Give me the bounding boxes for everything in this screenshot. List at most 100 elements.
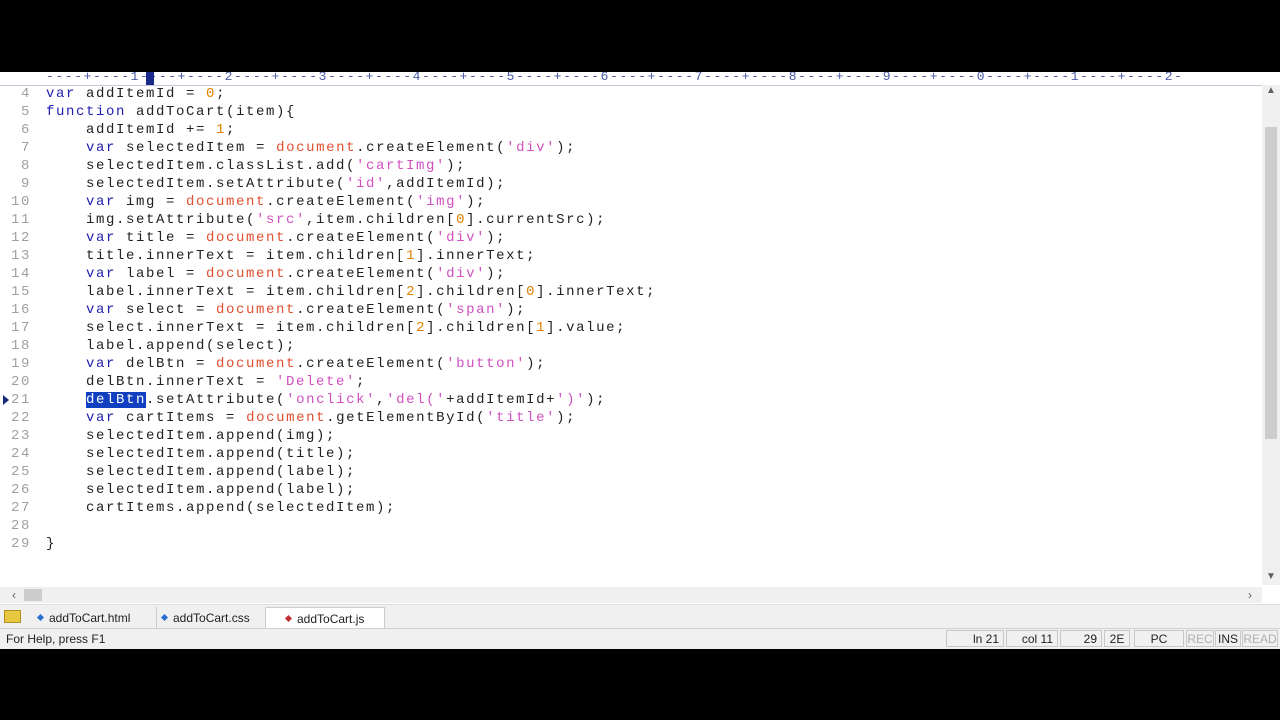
line-number: 21 xyxy=(10,392,31,408)
code-line[interactable]: 15 label.innerText = item.children[2].ch… xyxy=(0,283,1262,301)
code-line[interactable]: 29} xyxy=(0,535,1262,553)
code-token: 'div' xyxy=(436,266,487,282)
code-line[interactable]: 26 selectedItem.append(label); xyxy=(0,481,1262,499)
line-number: 9 xyxy=(20,176,31,192)
line-text: img.setAttribute('src',item.children[0].… xyxy=(46,211,606,229)
folder-icon[interactable] xyxy=(4,610,21,623)
line-number: 5 xyxy=(20,104,31,120)
code-line[interactable]: 27 cartItems.append(selectedItem); xyxy=(0,499,1262,517)
code-line[interactable]: 8 selectedItem.classList.add('cartImg'); xyxy=(0,157,1262,175)
code-token: document xyxy=(246,410,327,426)
vertical-scroll-thumb[interactable] xyxy=(1265,127,1277,439)
scroll-down-icon[interactable]: ▼ xyxy=(1266,571,1276,582)
code-token: 0 xyxy=(526,284,537,300)
code-token: ); xyxy=(506,302,527,318)
tab-addtocart-js[interactable]: addToCart.js xyxy=(265,607,385,630)
line-number: 12 xyxy=(10,230,31,246)
line-number: 29 xyxy=(10,536,31,552)
code-token: select.innerText = item.children[ xyxy=(46,320,417,336)
code-token: 'cartImg' xyxy=(356,158,447,174)
code-token: label = xyxy=(116,266,207,282)
code-line[interactable]: 22 var cartItems = document.getElementBy… xyxy=(0,409,1262,427)
code-token: label.innerText = item.children[ xyxy=(46,284,407,300)
code-line[interactable]: 4 var addItemId = 0; xyxy=(0,85,1262,103)
code-line[interactable]: 25 selectedItem.append(label); xyxy=(0,463,1262,481)
line-number: 22 xyxy=(10,410,31,426)
code-token: var xyxy=(86,194,117,210)
code-token: document xyxy=(206,266,287,282)
horizontal-scroll-thumb[interactable] xyxy=(24,589,42,601)
code-line[interactable]: 13 title.innerText = item.children[1].in… xyxy=(0,247,1262,265)
scroll-up-icon[interactable]: ▲ xyxy=(1266,85,1276,96)
code-line[interactable]: 18 label.append(select); xyxy=(0,337,1262,355)
code-line[interactable]: 19 var delBtn = document.createElement('… xyxy=(0,355,1262,373)
line-number: 15 xyxy=(10,284,31,300)
line-text: selectedItem.setAttribute('id',addItemId… xyxy=(46,175,506,193)
code-line[interactable]: 16 var select = document.createElement('… xyxy=(0,301,1262,319)
line-number: 11 xyxy=(10,212,31,228)
code-line[interactable]: 11 img.setAttribute('src',item.children[… xyxy=(0,211,1262,229)
code-token: } xyxy=(46,536,57,552)
code-line[interactable]: 10 var img = document.createElement('img… xyxy=(0,193,1262,211)
code-line[interactable]: 6 addItemId += 1; xyxy=(0,121,1262,139)
code-token: 2 xyxy=(416,320,427,336)
scroll-right-icon[interactable]: › xyxy=(1248,588,1252,602)
line-text: } xyxy=(46,535,56,553)
code-line[interactable]: 5 function addToCart(item){ xyxy=(0,103,1262,121)
code-token: 'Delete' xyxy=(276,374,357,390)
code-editor[interactable]: 4 var addItemId = 0; 5 function addToCart(i… xyxy=(0,85,1262,587)
status-column: col 11 xyxy=(1006,630,1058,647)
line-number: 8 xyxy=(20,158,31,174)
code-token: 'div' xyxy=(436,230,487,246)
code-line[interactable]: 20 delBtn.innerText = 'Delete'; xyxy=(0,373,1262,391)
scroll-left-icon[interactable]: ‹ xyxy=(12,588,16,602)
code-token: var xyxy=(86,230,117,246)
tab-label: addToCart.js xyxy=(297,612,365,626)
line-number: 16 xyxy=(10,302,31,318)
line-number: 4 xyxy=(20,86,31,102)
line-text: selectedItem.append(title); xyxy=(46,445,356,463)
code-token: ].children[ xyxy=(416,284,527,300)
line-text: cartItems.append(selectedItem); xyxy=(46,499,396,517)
code-line[interactable]: 24 selectedItem.append(title); xyxy=(0,445,1262,463)
vertical-scrollbar[interactable]: ▲ ▼ xyxy=(1262,85,1280,585)
status-ins: INS xyxy=(1215,630,1241,647)
code-token: 'del(' xyxy=(386,392,447,408)
code-token: selectedItem.append(img); xyxy=(46,428,337,444)
code-line[interactable]: 14 var label = document.createElement('d… xyxy=(0,265,1262,283)
code-token: +addItemId+ xyxy=(446,392,557,408)
code-token: var xyxy=(86,356,117,372)
code-line[interactable]: 12 var title = document.createElement('d… xyxy=(0,229,1262,247)
tab-addtocart-css[interactable]: addToCart.css xyxy=(150,607,267,629)
code-line[interactable]: 21 delBtn.setAttribute('onclick','del('+… xyxy=(0,391,1262,409)
code-token: ')' xyxy=(556,392,587,408)
code-token: selectedItem.append(label); xyxy=(46,482,357,498)
code-token: title.innerText = item.children[ xyxy=(46,248,407,264)
line-number: 28 xyxy=(10,518,31,534)
code-token: selectedItem.append(label); xyxy=(46,464,357,480)
code-line[interactable]: 28 xyxy=(0,517,1262,535)
code-line[interactable]: 17 select.innerText = item.children[2].c… xyxy=(0,319,1262,337)
code-token: ,item.children[ xyxy=(306,212,457,228)
code-token: function xyxy=(46,104,127,120)
horizontal-scrollbar[interactable]: ‹ › xyxy=(0,587,1262,603)
code-token: 'title' xyxy=(486,410,557,426)
code-line[interactable]: 7 var selectedItem = document.createElem… xyxy=(0,139,1262,157)
line-number: 20 xyxy=(10,374,31,390)
code-token: ].innerText; xyxy=(536,284,657,300)
code-token: 1 xyxy=(536,320,547,336)
code-token: ].currentSrc); xyxy=(466,212,607,228)
help-text: For Help, press F1 xyxy=(6,632,106,646)
status-rec: REC xyxy=(1186,630,1214,647)
tab-addtocart-html[interactable]: addToCart.html xyxy=(26,607,157,629)
line-number: 27 xyxy=(10,500,31,516)
code-line[interactable]: 9 selectedItem.setAttribute('id',addItem… xyxy=(0,175,1262,193)
code-token: .createElement( xyxy=(356,140,507,156)
line-text: label.innerText = item.children[2].child… xyxy=(46,283,656,301)
code-token: selectedItem.setAttribute( xyxy=(46,176,347,192)
css-file-icon xyxy=(160,614,169,622)
code-line[interactable]: 23 selectedItem.append(img); xyxy=(0,427,1262,445)
